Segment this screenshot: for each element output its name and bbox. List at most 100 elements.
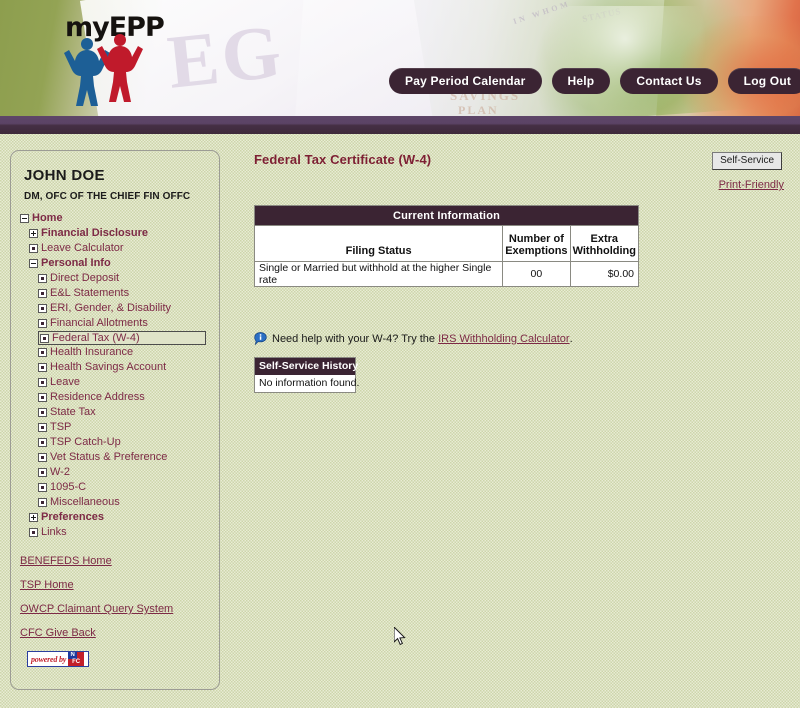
tree-item-label: Direct Deposit <box>50 272 120 284</box>
tree-item-label: Financial Disclosure <box>41 227 148 239</box>
nav-help[interactable]: Help <box>551 68 611 94</box>
tree-item-label: Preferences <box>41 511 104 523</box>
tree-item-e-l-statements[interactable]: E&L Statements <box>11 286 219 301</box>
tree-item-links[interactable]: Links <box>11 525 219 540</box>
tree-item-label: Residence Address <box>50 391 145 403</box>
page-title: Federal Tax Certificate (W-4) <box>254 152 432 167</box>
tree-item-home[interactable]: Home <box>11 211 219 226</box>
dot-box-icon[interactable] <box>40 333 49 343</box>
tree-item-label: State Tax <box>50 406 96 418</box>
self-service-history-body: No information found. <box>259 377 360 389</box>
dot-box-icon[interactable] <box>38 378 47 387</box>
tree-item-health-savings-account[interactable]: Health Savings Account <box>11 360 219 375</box>
help-text-after: . <box>569 333 573 345</box>
tree-item-label: Leave <box>50 376 80 388</box>
plus-box-icon[interactable] <box>29 513 38 522</box>
dot-box-icon[interactable] <box>38 408 47 417</box>
mouse-cursor <box>394 627 406 646</box>
dot-box-icon[interactable] <box>38 274 47 283</box>
tree-item-label: E&L Statements <box>50 287 130 299</box>
tree-item-state-tax[interactable]: State Tax <box>11 405 219 420</box>
powered-by-text: powered by <box>31 654 67 664</box>
dot-box-icon[interactable] <box>38 363 47 372</box>
dot-box-icon[interactable] <box>38 423 47 432</box>
dot-box-icon[interactable] <box>38 498 47 507</box>
nfc-logo-block <box>77 652 85 659</box>
navigation-tree: Home Financial Disclosure Leave Calculator… <box>11 211 219 540</box>
tree-item-w-2[interactable]: W-2 <box>11 465 219 480</box>
tree-item-leave[interactable]: Leave <box>11 375 219 390</box>
tree-item-label: TSP Catch-Up <box>50 436 121 448</box>
tree-item-financial-disclosure[interactable]: Financial Disclosure <box>11 226 219 241</box>
print-friendly-link[interactable]: Print-Friendly <box>719 179 784 191</box>
tree-item-leave-calculator[interactable]: Leave Calculator <box>11 241 219 256</box>
col-exemptions-line1: Number of <box>508 233 564 245</box>
col-withholding-line1: Extra <box>590 233 619 245</box>
dot-box-icon[interactable] <box>38 393 47 402</box>
tree-item-tsp[interactable]: TSP <box>11 420 219 435</box>
irs-withholding-calculator-link[interactable]: IRS Withholding Calculator <box>438 333 569 345</box>
column-header-filing-status: Filing Status <box>253 225 504 262</box>
tree-item-label: Miscellaneous <box>50 496 120 508</box>
powered-by-nfc-badge: powered by N FC <box>27 651 89 667</box>
sidebar-panel: JOHN DOE DM, OFC OF THE CHIEF FIN OFFC H… <box>10 150 220 690</box>
myepp-logo[interactable]: myEPP <box>58 8 165 108</box>
help-text-before: Need help with your W-4? Try the <box>272 333 436 345</box>
link-owcp-claimant-query-system[interactable]: OWCP Claimant Query System <box>20 603 173 615</box>
dot-box-icon[interactable] <box>38 348 47 357</box>
tree-item-label: W-2 <box>50 466 70 478</box>
minus-box-icon[interactable] <box>29 259 38 268</box>
minus-box-icon[interactable] <box>20 214 29 223</box>
column-header-extra-withholding: Extra Withholding <box>569 225 640 262</box>
dot-box-icon[interactable] <box>29 528 38 537</box>
nfc-logo-n: N <box>68 652 78 659</box>
tree-item-label: Personal Info <box>41 257 111 269</box>
nav-contact-us[interactable]: Contact Us <box>620 68 718 94</box>
dot-box-icon[interactable] <box>29 244 38 253</box>
banner-warm-glow <box>680 16 800 116</box>
plus-box-icon[interactable] <box>29 229 38 238</box>
link-tsp-home[interactable]: TSP Home <box>20 579 74 591</box>
dot-box-icon[interactable] <box>38 468 47 477</box>
link-benefeds-home[interactable]: BENEFEDS Home <box>20 555 112 567</box>
tree-item-preferences[interactable]: Preferences <box>11 510 219 525</box>
nav-pay-period-calendar[interactable]: Pay Period Calendar <box>389 68 542 94</box>
dot-box-icon[interactable] <box>38 483 47 492</box>
column-header-number-of-exemptions: Number of Exemptions <box>502 225 571 262</box>
dot-box-icon[interactable] <box>38 453 47 462</box>
tree-item-vet-status-preference[interactable]: Vet Status & Preference <box>11 450 219 465</box>
tree-item-tsp-catch-up[interactable]: TSP Catch-Up <box>11 435 219 450</box>
user-name: JOHN DOE <box>24 167 105 184</box>
tree-item-label: Leave Calculator <box>41 242 124 254</box>
tree-item-financial-allotments[interactable]: Financial Allotments <box>11 316 219 331</box>
tree-item-health-insurance[interactable]: Health Insurance <box>11 345 219 360</box>
primary-nav: Pay Period Calendar Help Contact Us Log … <box>389 68 800 94</box>
link-cfc-give-back[interactable]: CFC Give Back <box>20 627 96 639</box>
tree-item-label: Federal Tax (W-4) <box>52 331 140 344</box>
tree-item-miscellaneous[interactable]: Miscellaneous <box>11 495 219 510</box>
cell-extra-withholding: $0.00 <box>569 261 640 287</box>
tree-item-residence-address[interactable]: Residence Address <box>11 390 219 405</box>
dot-box-icon[interactable] <box>38 289 47 298</box>
tree-item-eri-gender-disability[interactable]: ERI, Gender, & Disability <box>11 301 219 316</box>
col-withholding-line2: Withholding <box>572 245 636 257</box>
tree-item-label: Health Savings Account <box>50 361 167 373</box>
tree-item-label: 1095-C <box>50 481 87 493</box>
self-service-history-title: Self-Service History <box>255 358 358 375</box>
dot-box-icon[interactable] <box>38 304 47 313</box>
self-service-button[interactable]: Self-Service <box>712 152 782 170</box>
cell-exemptions: 00 <box>502 261 571 287</box>
dot-box-icon[interactable] <box>38 319 47 328</box>
header-divider-bar <box>0 116 800 134</box>
table-caption: Current Information <box>254 205 639 226</box>
tree-item-label: ERI, Gender, & Disability <box>50 302 172 314</box>
tree-item-federal-tax-w-4[interactable]: Federal Tax (W-4) <box>38 331 206 345</box>
self-service-history-box: Self-Service History No information foun… <box>254 357 360 393</box>
dot-box-icon[interactable] <box>38 438 47 447</box>
nfc-logo-icon: N FC <box>68 652 85 666</box>
nav-log-out[interactable]: Log Out <box>727 68 800 94</box>
tree-item-direct-deposit[interactable]: Direct Deposit <box>11 271 219 286</box>
tree-item-personal-info[interactable]: Personal Info <box>11 256 219 271</box>
tree-item-1095-c[interactable]: 1095-C <box>11 480 219 495</box>
tree-item-label: Vet Status & Preference <box>50 451 168 463</box>
